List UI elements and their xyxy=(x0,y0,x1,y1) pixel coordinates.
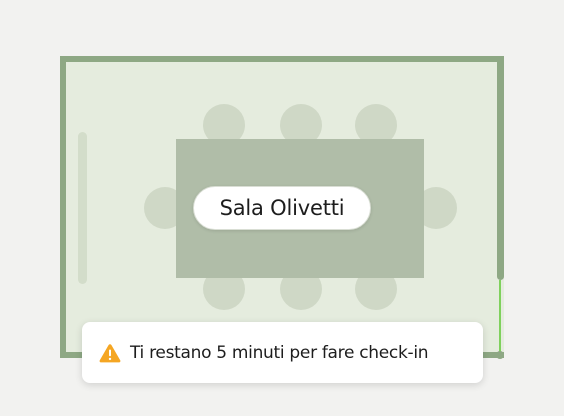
wall-left xyxy=(60,56,66,358)
whiteboard xyxy=(78,132,87,284)
room-map: Sala Olivetti Ti restano 5 minuti per fa… xyxy=(0,0,564,416)
door-opening xyxy=(499,280,501,354)
room-name-label[interactable]: Sala Olivetti xyxy=(193,186,371,230)
room-name-text: Sala Olivetti xyxy=(219,196,345,220)
checkin-notification[interactable]: Ti restano 5 minuti per fare check-in xyxy=(82,322,483,383)
wall-top xyxy=(60,56,504,62)
wall-right xyxy=(497,56,504,280)
warning-icon xyxy=(99,343,121,362)
notification-message: Ti restano 5 minuti per fare check-in xyxy=(130,342,429,363)
door-hinge xyxy=(496,351,504,359)
